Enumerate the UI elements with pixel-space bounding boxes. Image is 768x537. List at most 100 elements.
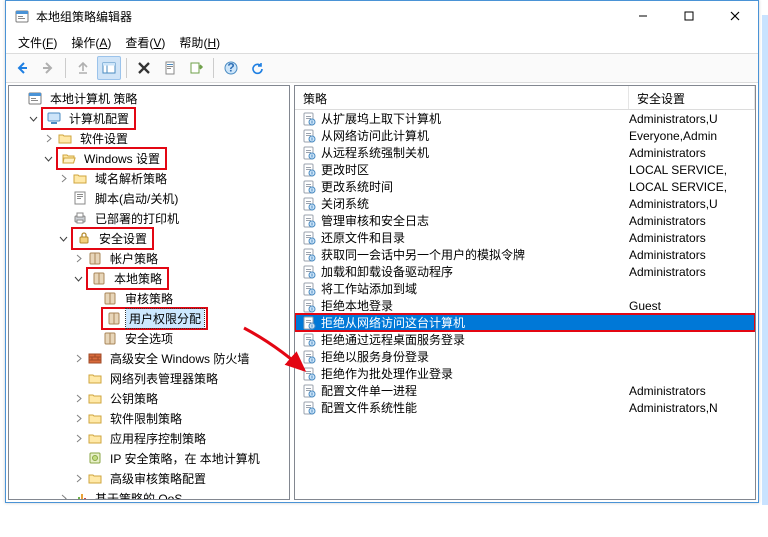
- properties-button[interactable]: [158, 56, 182, 80]
- policy-row[interactable]: 拒绝本地登录Guest: [295, 297, 755, 314]
- policy-row[interactable]: 从扩展坞上取下计算机Administrators,U: [295, 110, 755, 127]
- gpedit-window: 本地组策略编辑器 文件(F) 操作(A) 查看(V) 帮助(H) 本地计算机 策…: [5, 0, 759, 503]
- minimize-button[interactable]: [620, 1, 666, 31]
- policy-item-icon: [301, 128, 317, 144]
- policy-row[interactable]: 从网络访问此计算机Everyone,Admin: [295, 127, 755, 144]
- tree-item[interactable]: 安全选项: [11, 328, 289, 348]
- policy-setting: Everyone,Admin: [629, 129, 755, 143]
- toolbar-separator: [126, 58, 127, 78]
- collapse-icon[interactable]: [56, 231, 71, 246]
- policy-setting: Administrators,N: [629, 401, 755, 415]
- tree-item[interactable]: 脚本(启动/关机): [11, 188, 289, 208]
- policy-row[interactable]: 配置文件单一进程Administrators: [295, 382, 755, 399]
- policy-row[interactable]: 拒绝从网络访问这台计算机: [295, 314, 755, 331]
- tree-item[interactable]: 帐户策略: [11, 248, 289, 268]
- policy-item-icon: [301, 315, 317, 331]
- tree-item[interactable]: IP 安全策略，在 本地计算机: [11, 448, 289, 468]
- policy-row[interactable]: 将工作站添加到域: [295, 280, 755, 297]
- tree-spacer: [71, 371, 86, 386]
- tree-item-label: 用户权限分配: [126, 309, 204, 328]
- policy-row[interactable]: 配置文件系统性能Administrators,N: [295, 399, 755, 416]
- policy-row[interactable]: 更改系统时间LOCAL SERVICE,: [295, 178, 755, 195]
- tree-item[interactable]: 计算机配置: [11, 108, 289, 128]
- book-icon: [106, 310, 122, 326]
- menu-view[interactable]: 查看(V): [119, 32, 171, 53]
- policy-row[interactable]: 拒绝以服务身份登录: [295, 348, 755, 365]
- annotation-highlight: 计算机配置: [41, 107, 136, 130]
- policy-setting: LOCAL SERVICE,: [629, 180, 755, 194]
- menu-help[interactable]: 帮助(H): [173, 32, 226, 53]
- tree-item[interactable]: 安全设置: [11, 228, 289, 248]
- lock-icon: [76, 230, 92, 246]
- collapse-icon[interactable]: [41, 151, 56, 166]
- tree-item[interactable]: 软件设置: [11, 128, 289, 148]
- background-fragment: [762, 15, 768, 505]
- policy-row[interactable]: 获取同一会话中另一个用户的模拟令牌Administrators: [295, 246, 755, 263]
- policy-row[interactable]: 管理审核和安全日志Administrators: [295, 212, 755, 229]
- nav-forward-button[interactable]: [36, 56, 60, 80]
- tree-item-label: 软件限制策略: [107, 409, 185, 428]
- list-pane[interactable]: 策略 安全设置 从扩展坞上取下计算机Administrators,U从网络访问此…: [294, 85, 756, 500]
- close-button[interactable]: [712, 1, 758, 31]
- tree-item[interactable]: 高级审核策略配置: [11, 468, 289, 488]
- window-title: 本地组策略编辑器: [36, 8, 620, 25]
- policy-setting: Administrators,U: [629, 197, 755, 211]
- policy-setting: Administrators: [629, 384, 755, 398]
- tree-item[interactable]: 应用程序控制策略: [11, 428, 289, 448]
- nav-up-button[interactable]: [71, 56, 95, 80]
- tree-item[interactable]: 本地计算机 策略: [11, 88, 289, 108]
- tree-item[interactable]: 域名解析策略: [11, 168, 289, 188]
- expand-icon[interactable]: [56, 491, 71, 501]
- policy-row[interactable]: 拒绝作为批处理作业登录: [295, 365, 755, 382]
- policy-item-icon: [301, 247, 317, 263]
- tree-item[interactable]: 软件限制策略: [11, 408, 289, 428]
- tree-item[interactable]: 公钥策略: [11, 388, 289, 408]
- tree-item-label: 已部署的打印机: [92, 209, 182, 228]
- folder-icon: [87, 410, 103, 426]
- collapse-icon[interactable]: [26, 111, 41, 126]
- policy-setting: Administrators: [629, 265, 755, 279]
- tree-item-label: 软件设置: [77, 129, 131, 148]
- policy-row[interactable]: 关闭系统Administrators,U: [295, 195, 755, 212]
- policy-row[interactable]: 更改时区LOCAL SERVICE,: [295, 161, 755, 178]
- policy-row[interactable]: 加载和卸载设备驱动程序Administrators: [295, 263, 755, 280]
- export-list-button[interactable]: [184, 56, 208, 80]
- delete-button[interactable]: [132, 56, 156, 80]
- collapse-icon[interactable]: [71, 271, 86, 286]
- expand-icon[interactable]: [41, 131, 56, 146]
- tree-item[interactable]: Windows 设置: [11, 148, 289, 168]
- show-tree-button[interactable]: [97, 56, 121, 80]
- policy-row[interactable]: 从远程系统强制关机Administrators: [295, 144, 755, 161]
- expand-icon[interactable]: [71, 251, 86, 266]
- menu-file[interactable]: 文件(F): [12, 32, 63, 53]
- nav-back-button[interactable]: [10, 56, 34, 80]
- maximize-button[interactable]: [666, 1, 712, 31]
- policy-row[interactable]: 还原文件和目录Administrators: [295, 229, 755, 246]
- tree-item[interactable]: 本地策略: [11, 268, 289, 288]
- expand-icon[interactable]: [71, 411, 86, 426]
- expand-icon[interactable]: [71, 391, 86, 406]
- menubar: 文件(F) 操作(A) 查看(V) 帮助(H): [6, 31, 758, 53]
- refresh-button[interactable]: [245, 56, 269, 80]
- header-security-setting[interactable]: 安全设置: [629, 86, 755, 109]
- policy-name: 从扩展坞上取下计算机: [321, 110, 629, 127]
- tree-item-label: 帐户策略: [107, 249, 161, 268]
- header-policy[interactable]: 策略: [295, 86, 629, 109]
- tree-item[interactable]: 已部署的打印机: [11, 208, 289, 228]
- expand-icon[interactable]: [71, 351, 86, 366]
- tree-item[interactable]: 网络列表管理器策略: [11, 368, 289, 388]
- tree-item[interactable]: 审核策略: [11, 288, 289, 308]
- help-button[interactable]: [219, 56, 243, 80]
- expand-icon[interactable]: [71, 471, 86, 486]
- book-icon: [91, 270, 107, 286]
- tree-pane[interactable]: 本地计算机 策略计算机配置软件设置Windows 设置域名解析策略脚本(启动/关…: [8, 85, 290, 500]
- policy-setting: Administrators: [629, 231, 755, 245]
- tree-item[interactable]: 用户权限分配: [11, 308, 289, 328]
- menu-action[interactable]: 操作(A): [65, 32, 117, 53]
- expand-icon[interactable]: [56, 171, 71, 186]
- annotation-highlight: 用户权限分配: [101, 307, 208, 330]
- expand-icon[interactable]: [71, 431, 86, 446]
- tree-item[interactable]: 高级安全 Windows 防火墙: [11, 348, 289, 368]
- policy-row[interactable]: 拒绝通过远程桌面服务登录: [295, 331, 755, 348]
- tree-item[interactable]: 基于策略的 QoS: [11, 488, 289, 500]
